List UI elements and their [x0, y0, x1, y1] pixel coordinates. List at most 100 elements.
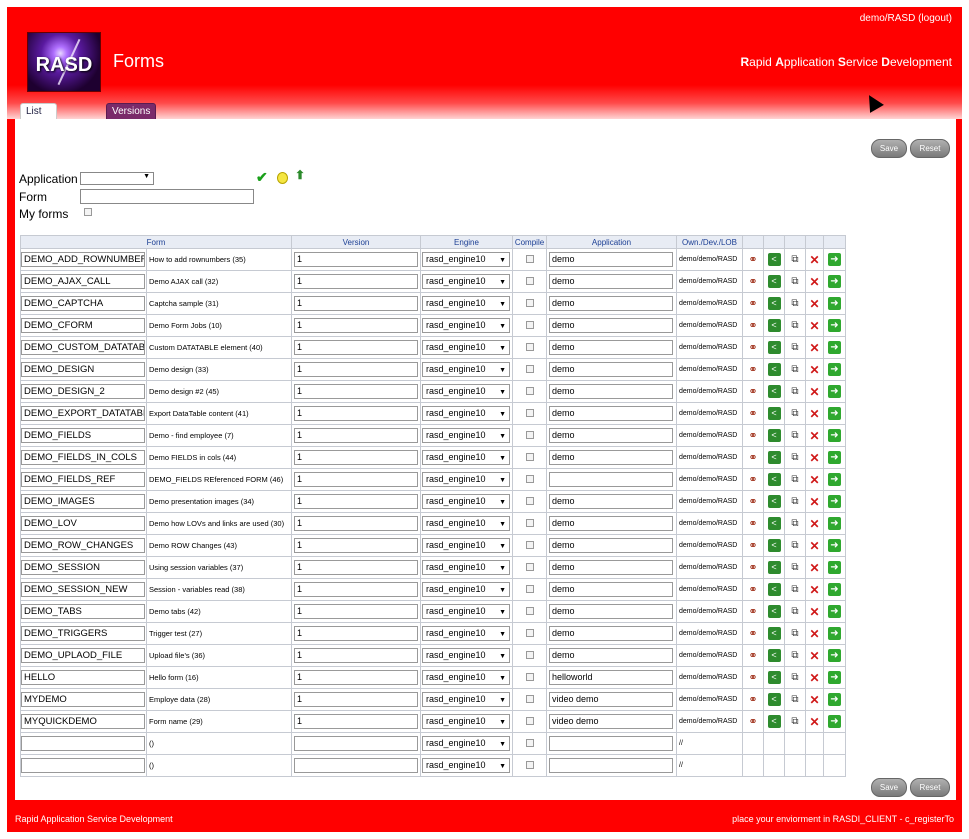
engine-select[interactable]: rasd_engine10 ▼	[422, 714, 510, 729]
form-filter-input[interactable]	[80, 189, 254, 204]
go-icon[interactable]: ➜	[828, 363, 841, 376]
form-name-input[interactable]: DEMO_TRIGGERS	[21, 626, 145, 641]
form-name-input[interactable]: DEMO_UPLAOD_FILE	[21, 648, 145, 663]
engine-select[interactable]: rasd_engine10 ▼	[422, 494, 510, 509]
binoculars-icon[interactable]: ⚭	[748, 275, 757, 288]
compile-checkbox[interactable]	[525, 562, 534, 571]
delete-icon[interactable]: ✕	[809, 341, 819, 355]
go-icon[interactable]: ➜	[828, 561, 841, 574]
form-name-input[interactable]: HELLO	[21, 670, 145, 685]
delete-icon[interactable]: ✕	[809, 649, 819, 663]
share-icon[interactable]: <	[767, 715, 781, 728]
share-icon[interactable]: <	[767, 319, 781, 332]
form-name-input[interactable]: MYQUICKDEMO	[21, 714, 145, 729]
version-input[interactable]: 1	[294, 560, 418, 575]
compile-checkbox[interactable]	[525, 364, 534, 373]
copy-icon[interactable]: ⧉	[791, 342, 798, 353]
share-icon[interactable]: <	[767, 517, 781, 530]
form-name-input[interactable]: DEMO_TABS	[21, 604, 145, 619]
application-input[interactable]: demo	[549, 406, 673, 421]
binoculars-icon[interactable]: ⚭	[748, 627, 757, 640]
compile-checkbox[interactable]	[525, 276, 534, 285]
engine-select[interactable]: rasd_engine10 ▼	[422, 384, 510, 399]
engine-select[interactable]: rasd_engine10 ▼	[422, 736, 510, 751]
version-input[interactable]: 1	[294, 516, 418, 531]
share-icon[interactable]: <	[767, 693, 781, 706]
copy-icon[interactable]: ⧉	[791, 540, 798, 551]
copy-icon[interactable]: ⧉	[791, 430, 798, 441]
copy-icon[interactable]: ⧉	[791, 650, 798, 661]
share-icon[interactable]: <	[767, 451, 781, 464]
share-icon[interactable]: <	[767, 627, 781, 640]
compile-checkbox[interactable]	[525, 496, 534, 505]
myforms-checkbox[interactable]	[84, 208, 92, 216]
reset-button-bottom[interactable]: Reset	[910, 778, 950, 797]
binoculars-icon[interactable]: ⚭	[748, 539, 757, 552]
application-input[interactable]	[549, 472, 673, 487]
form-name-input[interactable]: DEMO_ROW_CHANGES	[21, 538, 145, 553]
copy-icon[interactable]: ⧉	[791, 562, 798, 573]
compile-checkbox[interactable]	[525, 386, 534, 395]
go-icon[interactable]: ➜	[828, 693, 841, 706]
binoculars-icon[interactable]: ⚭	[748, 495, 757, 508]
application-input[interactable]: demo	[549, 296, 673, 311]
version-input[interactable]: 1	[294, 362, 418, 377]
binoculars-icon[interactable]: ⚭	[748, 561, 757, 574]
share-icon[interactable]: <	[767, 649, 781, 662]
save-button-bottom[interactable]: Save	[871, 778, 907, 797]
go-icon[interactable]: ➜	[828, 297, 841, 310]
delete-icon[interactable]: ✕	[809, 583, 819, 597]
share-icon[interactable]: <	[767, 253, 781, 266]
version-input[interactable]: 1	[294, 670, 418, 685]
copy-icon[interactable]: ⧉	[791, 694, 798, 705]
compile-checkbox[interactable]	[525, 606, 534, 615]
engine-select[interactable]: rasd_engine10 ▼	[422, 318, 510, 333]
form-name-input[interactable]: DEMO_IMAGES	[21, 494, 145, 509]
share-icon[interactable]: <	[767, 539, 781, 552]
application-input[interactable]: video demo	[549, 692, 673, 707]
copy-icon[interactable]: ⧉	[791, 408, 798, 419]
go-icon[interactable]: ➜	[828, 583, 841, 596]
copy-icon[interactable]: ⧉	[791, 474, 798, 485]
go-icon[interactable]: ➜	[828, 649, 841, 662]
go-icon[interactable]: ➜	[828, 495, 841, 508]
binoculars-icon[interactable]: ⚭	[748, 473, 757, 486]
delete-icon[interactable]: ✕	[809, 539, 819, 553]
engine-select[interactable]: rasd_engine10 ▼	[422, 626, 510, 641]
delete-icon[interactable]: ✕	[809, 363, 819, 377]
application-input[interactable]: demo	[549, 516, 673, 531]
version-input[interactable]: 1	[294, 252, 418, 267]
compile-checkbox[interactable]	[525, 694, 534, 703]
copy-icon[interactable]: ⧉	[791, 276, 798, 287]
form-name-input[interactable]: DEMO_EXPORT_DATATABLE	[21, 406, 145, 421]
application-input[interactable]: demo	[549, 252, 673, 267]
application-input[interactable]: demo	[549, 274, 673, 289]
go-icon[interactable]: ➜	[828, 275, 841, 288]
form-name-input[interactable]: DEMO_FIELDS_REF	[21, 472, 145, 487]
delete-icon[interactable]: ✕	[809, 473, 819, 487]
go-icon[interactable]: ➜	[828, 627, 841, 640]
copy-icon[interactable]: ⧉	[791, 254, 798, 265]
share-icon[interactable]: <	[767, 363, 781, 376]
version-input[interactable]: 1	[294, 340, 418, 355]
binoculars-icon[interactable]: ⚭	[748, 363, 757, 376]
copy-icon[interactable]: ⧉	[791, 584, 798, 595]
delete-icon[interactable]: ✕	[809, 385, 819, 399]
binoculars-icon[interactable]: ⚭	[748, 429, 757, 442]
binoculars-icon[interactable]: ⚭	[748, 341, 757, 354]
binoculars-icon[interactable]: ⚭	[748, 253, 757, 266]
form-name-input[interactable]: DEMO_SESSION_NEW	[21, 582, 145, 597]
form-name-input[interactable]	[21, 736, 145, 751]
check-icon[interactable]: ✔	[256, 169, 268, 186]
engine-select[interactable]: rasd_engine10 ▼	[422, 516, 510, 531]
version-input[interactable]: 1	[294, 274, 418, 289]
engine-select[interactable]: rasd_engine10 ▼	[422, 670, 510, 685]
application-input[interactable]: demo	[549, 384, 673, 399]
go-icon[interactable]: ➜	[828, 385, 841, 398]
application-input[interactable]: demo	[549, 362, 673, 377]
engine-select[interactable]: rasd_engine10 ▼	[422, 406, 510, 421]
copy-icon[interactable]: ⧉	[791, 672, 798, 683]
delete-icon[interactable]: ✕	[809, 451, 819, 465]
copy-icon[interactable]: ⧉	[791, 452, 798, 463]
version-input[interactable]: 1	[294, 626, 418, 641]
